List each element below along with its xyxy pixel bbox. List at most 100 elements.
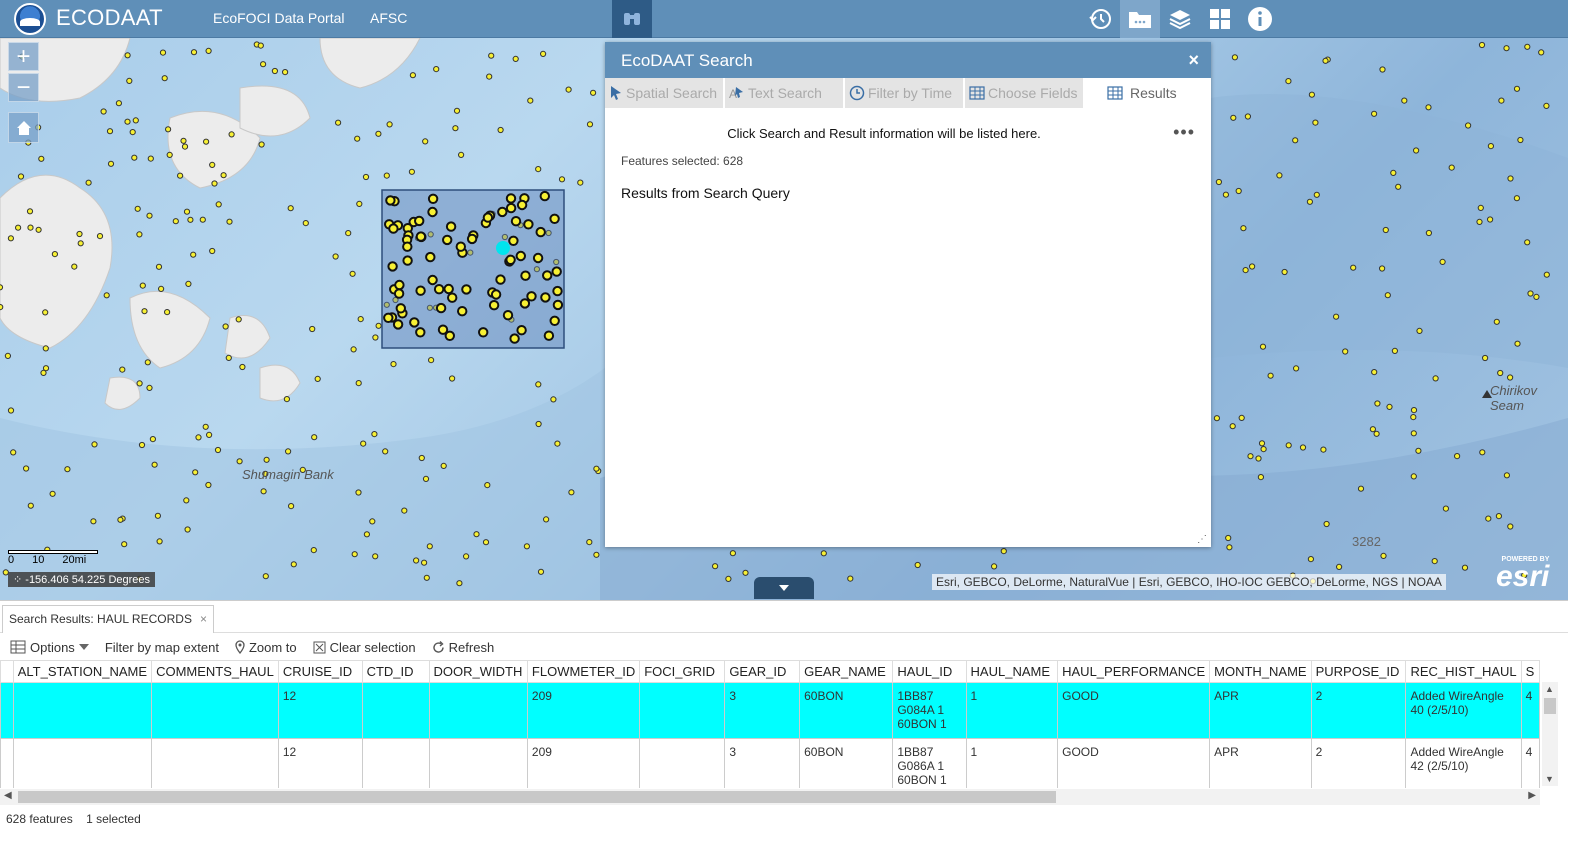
- column-header[interactable]: S: [1520, 660, 1540, 683]
- column-header[interactable]: COMMENTS_HAUL: [151, 660, 279, 683]
- haul-point: [1313, 191, 1320, 198]
- zoom-out-button[interactable]: −: [8, 73, 39, 102]
- row-selector[interactable]: [0, 682, 14, 739]
- haul-point: [51, 251, 59, 258]
- haul-point: [117, 516, 124, 523]
- column-header[interactable]: HAUL_ID: [892, 660, 967, 683]
- layers-button[interactable]: [1160, 0, 1200, 38]
- haul-point: [452, 125, 459, 132]
- tab-spatial-search[interactable]: Spatial Search: [605, 78, 723, 108]
- column-header[interactable]: REC_HIST_HAUL: [1405, 660, 1522, 683]
- tab-choose-fields[interactable]: Choose Fields: [965, 78, 1083, 108]
- tab-filter-by-time[interactable]: Filter by Time: [845, 78, 963, 108]
- haul-point: [1230, 114, 1237, 121]
- haul-point: [1487, 216, 1494, 223]
- header-link-afsc[interactable]: AFSC: [370, 10, 407, 26]
- close-icon[interactable]: ×: [200, 612, 207, 626]
- haul-point: [49, 490, 56, 497]
- table-row[interactable]: 12 209 3 60BON 1BB87 G084A 1 60BON 1 1 GOOD APR…: [0, 682, 1540, 739]
- haul-point: [1543, 271, 1550, 278]
- close-icon[interactable]: ×: [1188, 50, 1199, 71]
- selected-haul-point: [549, 315, 560, 326]
- filter-by-extent-button[interactable]: Filter by map extent: [105, 640, 219, 655]
- haul-point: [1493, 318, 1500, 325]
- column-header[interactable]: ALT_STATION_NAME: [12, 660, 153, 683]
- selected-haul-point: [394, 279, 405, 291]
- haul-point: [543, 516, 550, 523]
- zoom-to-button[interactable]: Zoom to: [235, 640, 297, 655]
- column-header[interactable]: CRUISE_ID: [277, 660, 363, 683]
- table-cell: Added WireAngle 42 (2/5/10): [1405, 738, 1522, 788]
- haul-point: [1238, 414, 1245, 421]
- column-header[interactable]: PURPOSE_ID: [1310, 660, 1407, 683]
- vertical-scroll-thumb[interactable]: [1544, 698, 1556, 714]
- horizontal-scroll-thumb[interactable]: [18, 791, 1056, 803]
- clear-selection-button[interactable]: Clear selection: [313, 640, 416, 655]
- column-header[interactable]: GEAR_NAME: [799, 660, 894, 683]
- selected-haul-point: [505, 202, 517, 214]
- column-header[interactable]: GEAR_ID: [724, 660, 801, 683]
- table-row[interactable]: 12 209 3 60BON 1BB87 G086A 1 60BON 1 1 GOOD APR…: [0, 738, 1540, 788]
- basemap-gallery-button[interactable]: [1200, 0, 1240, 38]
- haul-point: [90, 518, 97, 525]
- selected-haul-point: [495, 274, 506, 285]
- history-button[interactable]: [1080, 0, 1120, 38]
- haul-point: [1242, 267, 1249, 274]
- scroll-up-icon[interactable]: ▲: [1545, 684, 1554, 694]
- haul-point: [360, 440, 367, 447]
- haul-point: [1432, 375, 1439, 382]
- column-header[interactable]: MONTH_NAME: [1209, 660, 1312, 683]
- column-header[interactable]: HAUL_NAME: [965, 660, 1059, 683]
- scroll-right-icon[interactable]: ▶: [1528, 790, 1536, 801]
- tab-haul-records[interactable]: Search Results: HAUL RECORDS ×: [2, 605, 214, 633]
- haul-point: [183, 208, 191, 215]
- haul-point: [1249, 263, 1256, 270]
- haul-point: [1482, 354, 1489, 362]
- column-header[interactable]: FOCI_GRID: [639, 660, 726, 683]
- haul-point: [1479, 449, 1486, 456]
- haul-point: [263, 456, 270, 463]
- refresh-button[interactable]: Refresh: [432, 640, 494, 655]
- home-button[interactable]: [8, 112, 39, 143]
- tab-label: Spatial Search: [626, 85, 718, 101]
- folder-button[interactable]: [1120, 0, 1160, 38]
- resize-handle-icon[interactable]: ⋰: [1197, 534, 1207, 545]
- table-cell: [12, 738, 153, 788]
- haul-point: [725, 575, 732, 583]
- column-header[interactable]: HAUL_PERFORMANCE: [1057, 660, 1211, 683]
- coordinate-readout[interactable]: ⁘ -156.406 54.225 Degrees: [8, 572, 156, 587]
- haul-point: [351, 551, 358, 558]
- zoom-in-button[interactable]: +: [8, 42, 39, 71]
- selected-haul-point: [540, 292, 551, 303]
- column-header[interactable]: CTD_ID: [361, 660, 430, 683]
- options-menu[interactable]: Options: [10, 640, 89, 655]
- tab-text-search[interactable]: A Text Search: [725, 78, 843, 108]
- haul-point: [141, 308, 148, 315]
- tab-results[interactable]: Results: [1085, 78, 1203, 108]
- haul-point: [1461, 564, 1469, 571]
- more-options-icon[interactable]: •••: [1173, 122, 1195, 143]
- table-cell: 1: [965, 682, 1059, 739]
- haul-point: [156, 538, 163, 545]
- toggle-results-panel-button[interactable]: [754, 577, 814, 599]
- results-table: ALT_STATION_NAME COMMENTS_HAUL CRUISE_ID CT…: [0, 660, 1540, 788]
- horizontal-scrollbar[interactable]: ◀ ▶: [0, 789, 1540, 805]
- header-link-portal[interactable]: EcoFOCI Data Portal: [213, 10, 345, 26]
- haul-point: [1258, 440, 1266, 447]
- vertical-scrollbar[interactable]: ▲ ▼: [1542, 682, 1558, 786]
- binoculars-search-button[interactable]: [612, 0, 652, 38]
- haul-point: [71, 263, 78, 270]
- selected-haul-point: [505, 254, 516, 266]
- about-button[interactable]: [1240, 0, 1280, 38]
- selected-haul-point: [425, 251, 436, 263]
- column-header[interactable]: FLOWMETER_ID: [526, 660, 641, 683]
- row-selector[interactable]: [0, 738, 14, 788]
- haul-point: [422, 475, 430, 482]
- scroll-down-icon[interactable]: ▼: [1545, 774, 1554, 784]
- haul-point: [371, 431, 378, 438]
- scroll-left-icon[interactable]: ◀: [4, 790, 12, 801]
- haul-point: [401, 507, 408, 514]
- haul-point: [1307, 556, 1315, 563]
- column-header[interactable]: DOOR_WIDTH: [428, 660, 528, 683]
- haul-point: [1225, 534, 1232, 542]
